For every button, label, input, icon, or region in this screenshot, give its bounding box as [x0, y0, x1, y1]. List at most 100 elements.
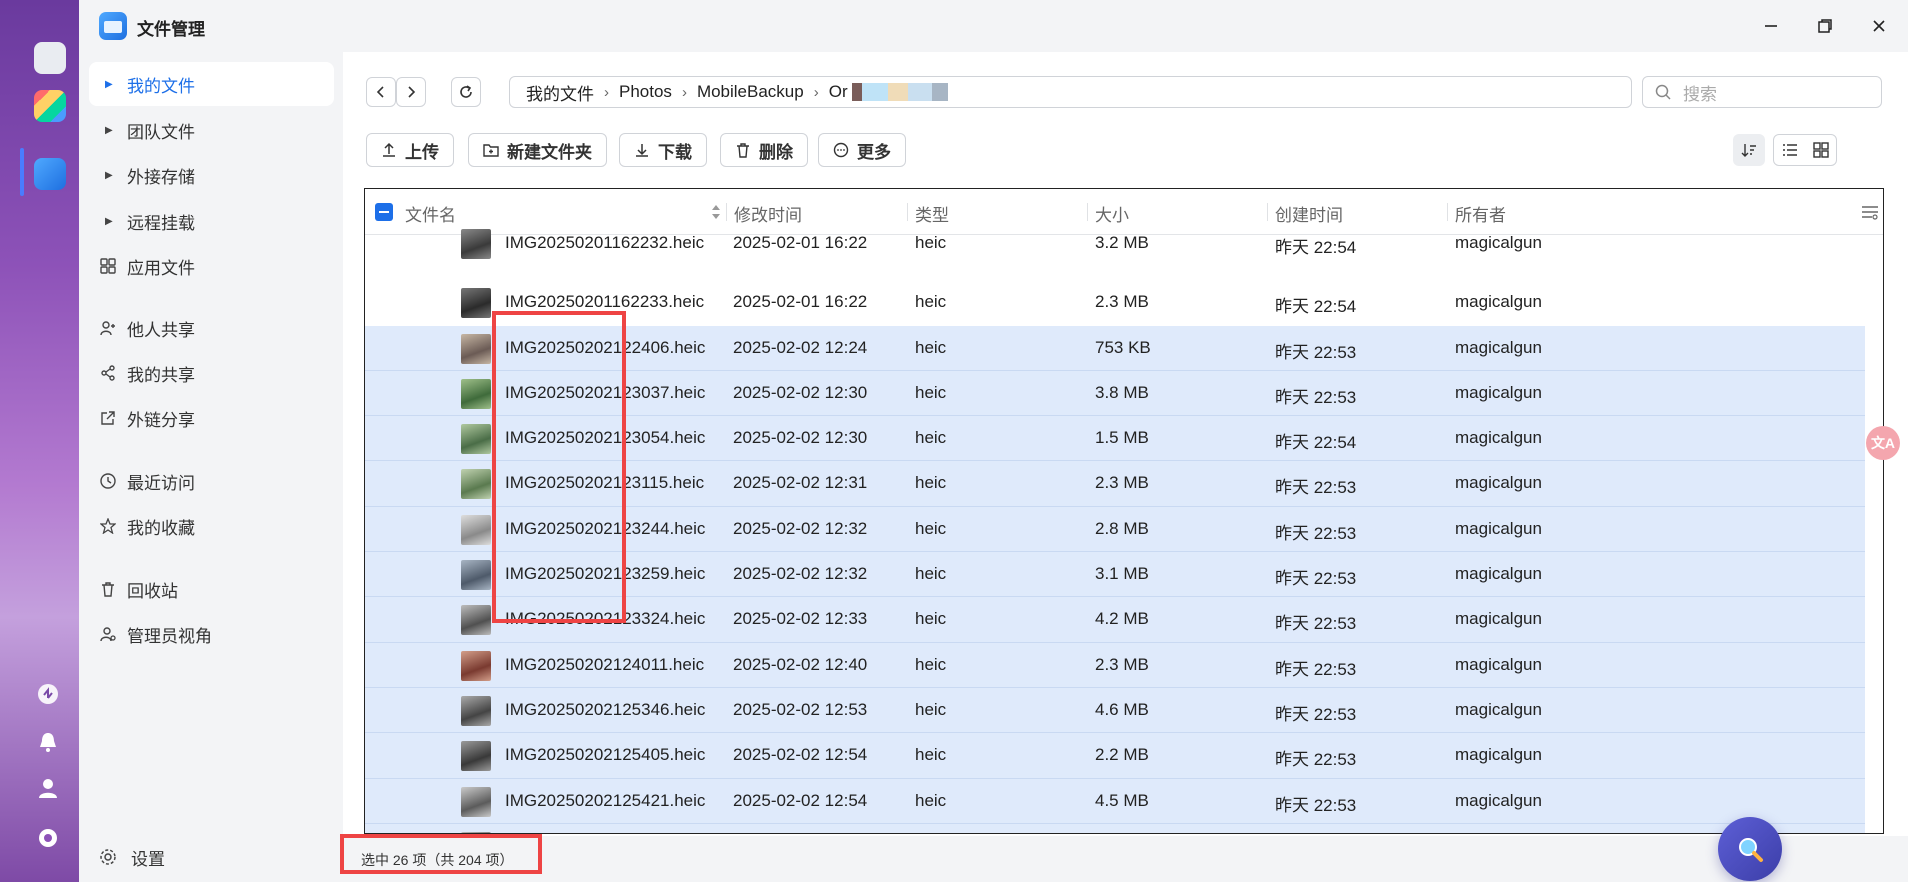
cell-name[interactable]: IMG20250202125346.heic [505, 700, 705, 720]
table-row[interactable]: IMG20250202124011.heic 2025-02-02 12:40 he… [365, 642, 1865, 688]
trash-icon [99, 580, 117, 598]
maximize-button[interactable] [1813, 14, 1837, 38]
table-row[interactable]: IMG20250202131355.heic2025-02-02 13:13he… [365, 823, 1865, 833]
sort-updown-icon[interactable] [711, 203, 721, 221]
cell-name[interactable]: IMG20250202125405.heic [505, 745, 705, 765]
file-thumbnail[interactable] [461, 560, 491, 591]
file-thumbnail[interactable] [461, 288, 491, 319]
cell-name[interactable]: IMG20250202123054.heic [505, 428, 705, 448]
search-input[interactable]: 搜索 [1642, 76, 1882, 108]
table-row[interactable]: IMG20250202123115.heic 2025-02-02 12:31 he… [365, 461, 1865, 507]
sidebar-item-shared-with-me[interactable]: 他人共享 [89, 306, 334, 350]
desktop-monitor-icon[interactable] [34, 42, 66, 74]
system-settings-icon[interactable] [36, 826, 60, 850]
translate-icon[interactable]: 文A [1866, 426, 1900, 460]
table-row[interactable]: IMG20250201162232.heic 2025-02-01 16:22 he… [365, 229, 1865, 281]
column-size[interactable]: 大小 [1095, 201, 1129, 226]
download-button[interactable]: 下载 [619, 133, 707, 167]
bell-icon[interactable] [36, 730, 60, 754]
cell-name[interactable]: IMG20250202123244.heic [505, 519, 705, 539]
sidebar-item-team-files[interactable]: ▶ 团队文件 [89, 108, 334, 152]
minimize-button[interactable] [1759, 14, 1783, 38]
file-thumbnail[interactable] [461, 650, 491, 681]
file-thumbnail[interactable] [461, 333, 491, 364]
column-divider[interactable] [1087, 203, 1088, 221]
column-type[interactable]: 类型 [915, 201, 949, 226]
column-divider[interactable] [907, 203, 908, 221]
table-row[interactable]: IMG20250202122406.heic 2025-02-02 12:24 he… [365, 325, 1865, 371]
table-row[interactable]: IMG20250201162233.heic 2025-02-01 16:22 he… [365, 280, 1865, 326]
cell-name[interactable]: IMG20250202122406.heic [505, 338, 705, 358]
sidebar-item-admin-view[interactable]: 管理员视角 [89, 612, 334, 656]
cell-name[interactable]: IMG20250202123037.heic [505, 383, 705, 403]
column-name[interactable]: 文件名 [405, 201, 456, 226]
table-row[interactable]: IMG20250202125405.heic 2025-02-02 12:54 he… [365, 733, 1865, 779]
sync-icon[interactable] [36, 682, 60, 706]
app-center-icon[interactable] [34, 90, 66, 122]
file-thumbnail[interactable] [461, 469, 491, 500]
column-divider[interactable] [726, 203, 727, 221]
close-button[interactable] [1867, 14, 1891, 38]
refresh-button[interactable] [451, 77, 481, 107]
sidebar-item-external-links[interactable]: 外链分享 [89, 396, 334, 440]
back-button[interactable] [366, 77, 396, 107]
file-thumbnail[interactable] [461, 229, 491, 259]
file-thumbnail[interactable] [461, 378, 491, 409]
sidebar-item-app-files[interactable]: 应用文件 [89, 244, 334, 288]
file-thumbnail[interactable] [461, 695, 491, 726]
table-row[interactable]: IMG20250202123037.heic 2025-02-02 12:30 he… [365, 370, 1865, 417]
sidebar-item-recycle-bin[interactable]: 回收站 [89, 567, 334, 611]
breadcrumb-item[interactable]: 我的文件 [526, 80, 594, 105]
column-settings-icon[interactable] [1861, 203, 1879, 221]
grid-view-button[interactable] [1805, 135, 1836, 165]
list-view-button[interactable] [1774, 135, 1805, 165]
file-thumbnail[interactable] [461, 514, 491, 545]
triangle-right-icon: ▶ [105, 215, 113, 227]
column-owner[interactable]: 所有者 [1455, 201, 1506, 226]
cell-size: 2.3 MB [1095, 654, 1149, 674]
file-thumbnail[interactable] [461, 424, 491, 455]
table-row[interactable]: IMG20250202123054.heic 2025-02-02 12:30 he… [365, 416, 1865, 462]
new-folder-button[interactable]: 新建文件夹 [468, 133, 607, 167]
breadcrumb-item[interactable]: Photos [619, 82, 672, 102]
column-divider[interactable] [1267, 203, 1268, 221]
delete-button[interactable]: 删除 [720, 133, 808, 167]
forward-button[interactable] [396, 77, 426, 107]
file-manager-dock-icon[interactable] [34, 158, 66, 190]
cell-name[interactable]: IMG20250202124011.heic [505, 655, 704, 675]
sidebar-item-favorites[interactable]: 我的收藏 [89, 504, 334, 548]
sort-icon [1741, 144, 1756, 157]
column-modified[interactable]: 修改时间 [734, 201, 802, 226]
sidebar-item-recent[interactable]: 最近访问 [89, 459, 334, 503]
cell-name[interactable]: IMG20250202125421.heic [505, 791, 705, 811]
sidebar-item-my-files[interactable]: ▶ 我的文件 [89, 62, 334, 106]
file-thumbnail[interactable] [461, 605, 491, 636]
table-row[interactable]: IMG20250202123324.heic 2025-02-02 12:33 he… [365, 597, 1865, 643]
user-icon[interactable] [36, 776, 60, 800]
file-thumbnail[interactable] [461, 741, 491, 772]
cell-name[interactable]: IMG20250202123115.heic [505, 473, 704, 493]
table-row[interactable]: IMG20250202125346.heic 2025-02-02 12:53 he… [365, 687, 1865, 734]
breadcrumb-item[interactable]: Or [829, 82, 848, 102]
cell-name[interactable]: IMG20250201162233.heic [505, 292, 704, 312]
upload-button[interactable]: 上传 [366, 133, 454, 167]
breadcrumb-item[interactable]: MobileBackup [697, 82, 804, 102]
select-all-checkbox[interactable] [375, 203, 393, 221]
cell-name[interactable]: IMG20250202123259.heic [505, 564, 705, 584]
sidebar-item-remote-mount[interactable]: ▶ 远程挂载 [89, 199, 334, 243]
table-row[interactable]: IMG20250202123259.heic 2025-02-02 12:32 he… [365, 552, 1865, 598]
more-button[interactable]: 更多 [818, 133, 906, 167]
column-created[interactable]: 创建时间 [1275, 201, 1343, 226]
floating-search-button[interactable] [1718, 817, 1782, 881]
sidebar-item-external-storage[interactable]: ▶ 外接存储 [89, 153, 334, 197]
cell-name[interactable]: IMG20250202123324.heic [505, 609, 705, 629]
file-thumbnail[interactable] [461, 786, 491, 817]
table-row[interactable]: IMG20250202125421.heic 2025-02-02 12:54 he… [365, 778, 1865, 824]
upload-label: 上传 [405, 142, 439, 162]
column-divider[interactable] [1447, 203, 1448, 221]
sort-button[interactable] [1733, 134, 1765, 166]
settings-button[interactable]: 设置 [89, 834, 165, 880]
table-row[interactable]: IMG20250202123244.heic 2025-02-02 12:32 he… [365, 506, 1865, 553]
cell-name[interactable]: IMG20250201162232.heic [505, 233, 704, 253]
sidebar-item-my-shares[interactable]: 我的共享 [89, 351, 334, 395]
